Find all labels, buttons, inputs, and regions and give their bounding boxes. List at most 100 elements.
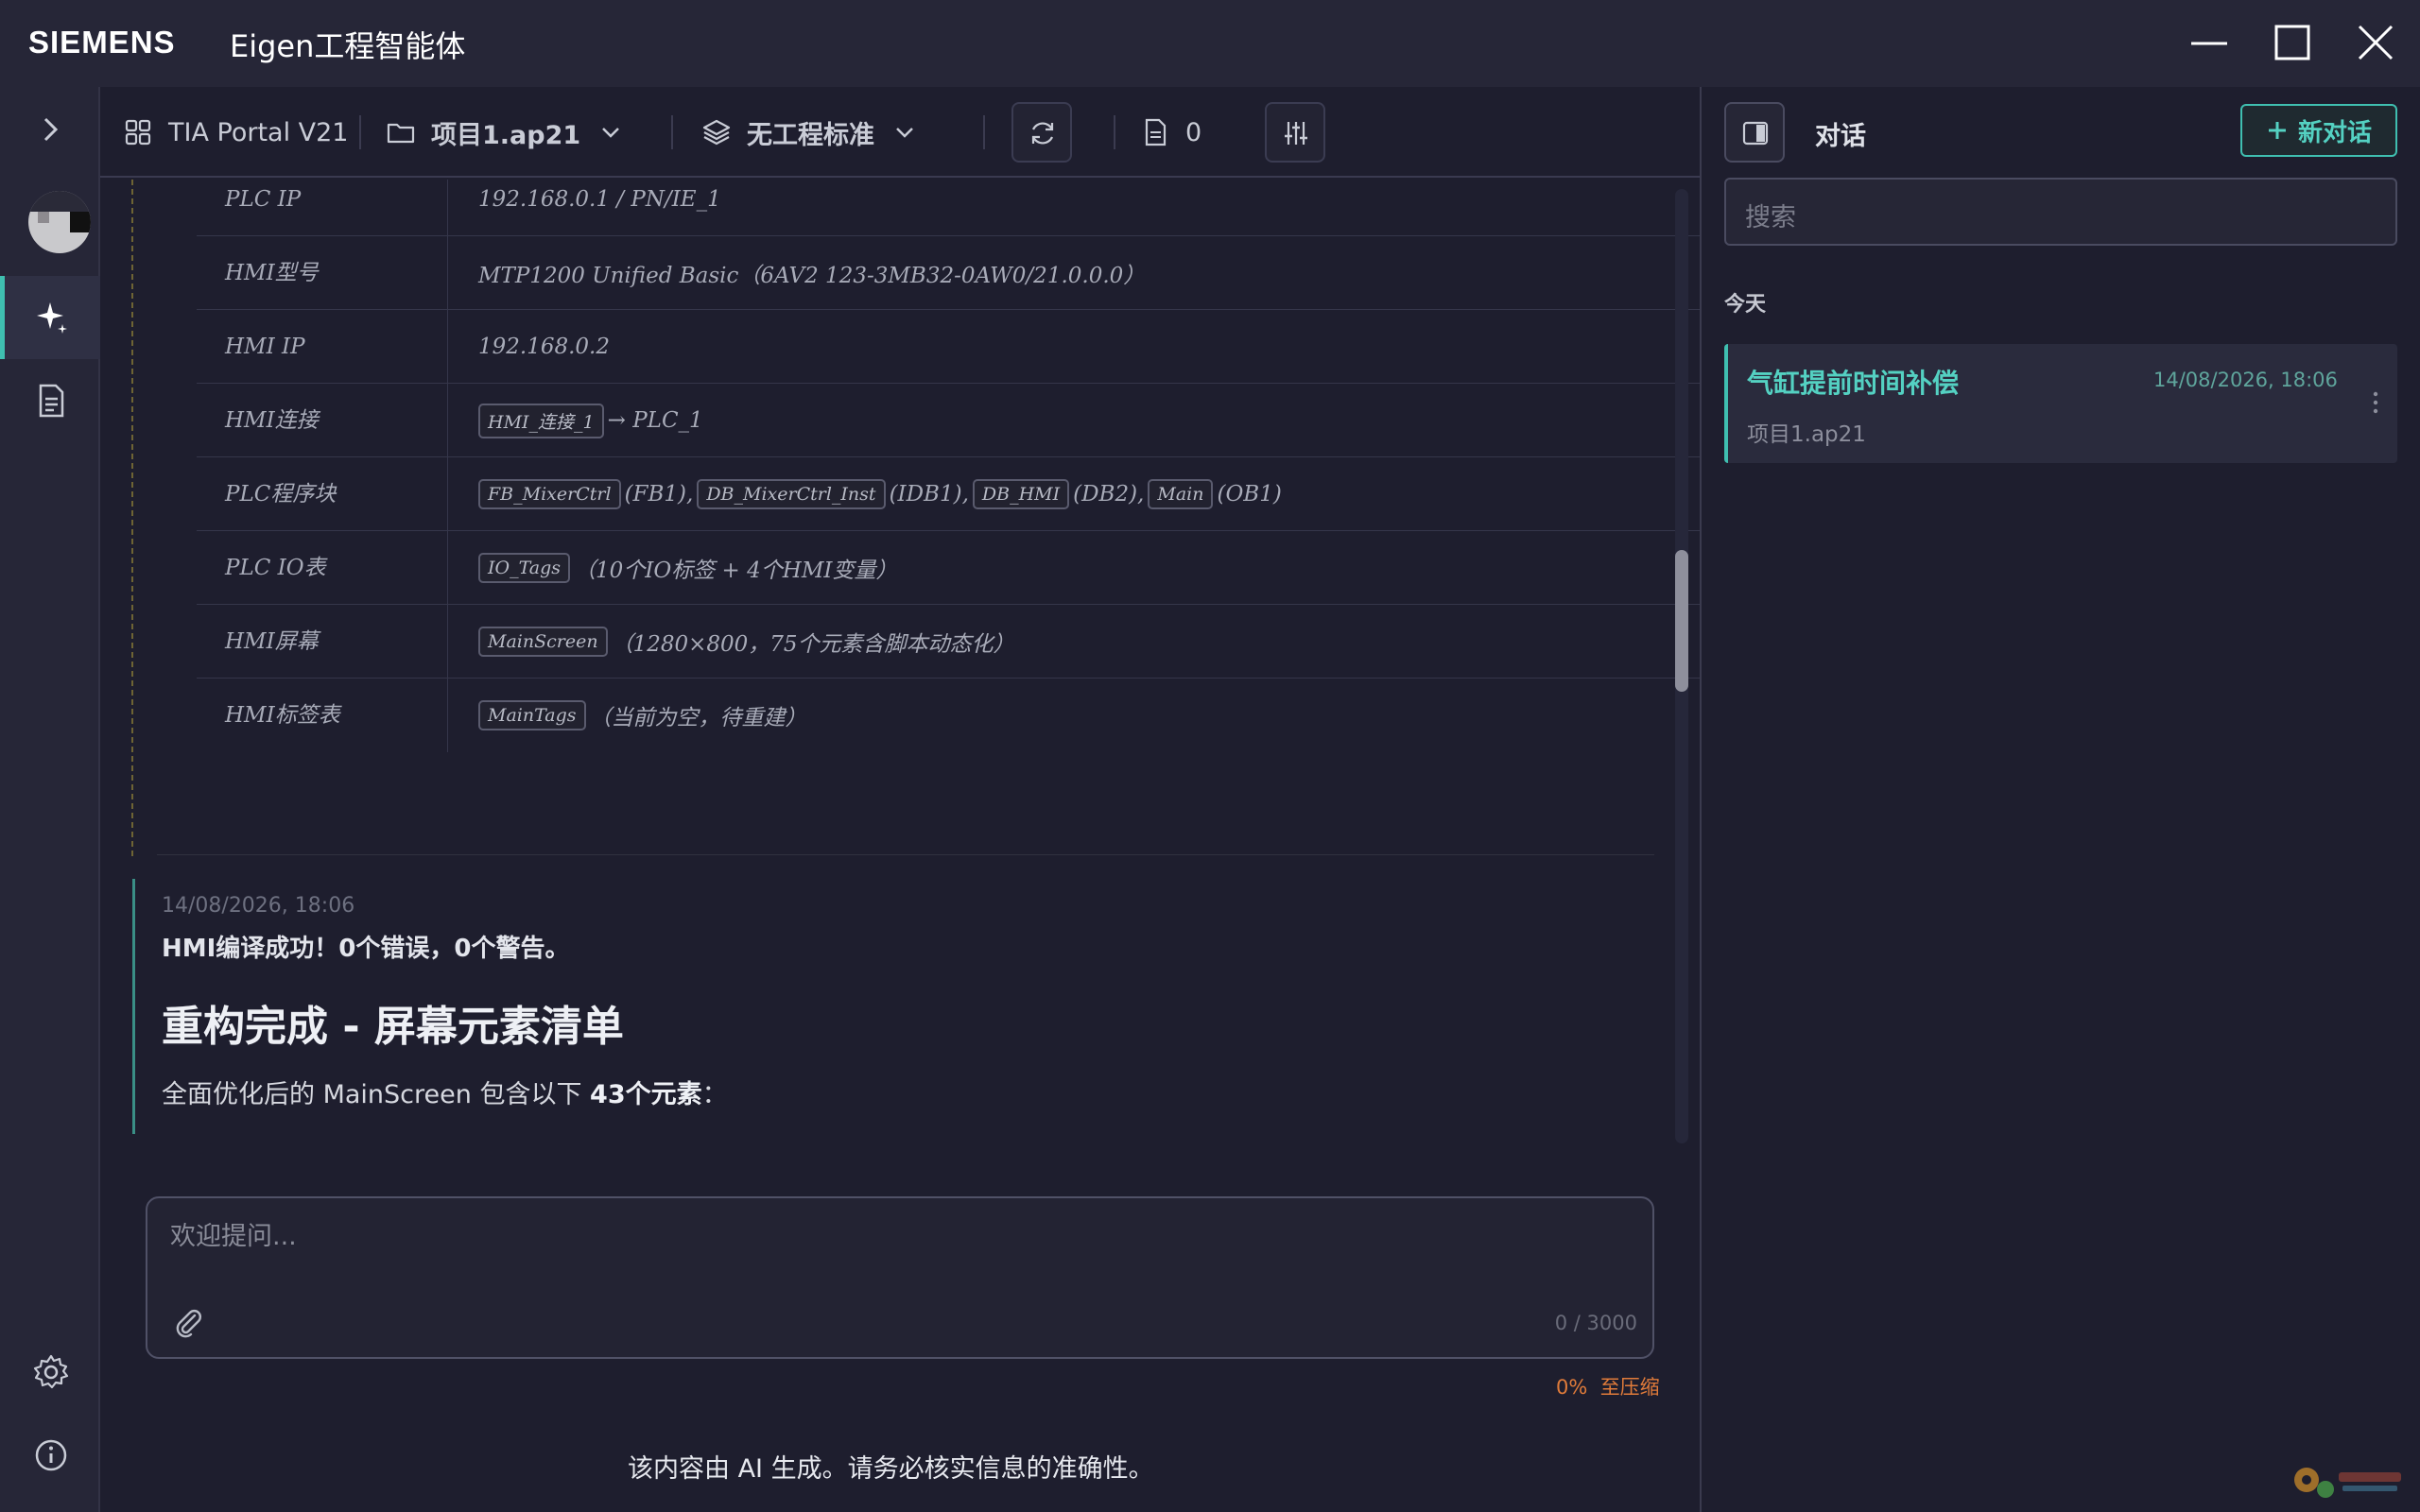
new-chat-label: 新对话 (2297, 118, 2372, 147)
row-value: 192.168.0.1 / PN/IE_1 (478, 187, 721, 212)
maximize-button[interactable] (2269, 19, 2316, 66)
code-tag: IO_Tags (478, 553, 571, 583)
standard-dropdown[interactable]: 无工程标准 (701, 87, 920, 178)
table-row: PLC IP 192.168.0.1 / PN/IE_1 (197, 180, 1700, 236)
conversation-date: 14/08/2026, 18:06 (2153, 369, 2338, 391)
chevron-down-icon (602, 128, 620, 138)
message-heading: 重构完成 - 屏幕元素清单 (162, 1003, 624, 1051)
chat-input[interactable]: 欢迎提问... 0 / 3000 (146, 1196, 1654, 1359)
table-row: HMI连接 HMI_连接_1 → PLC_1 (197, 384, 1700, 457)
compress-label: 至压缩 (1599, 1376, 1660, 1399)
chevron-right-icon (43, 117, 59, 142)
code-tag: HMI_连接_1 (478, 403, 604, 438)
row-key: PLC IP (197, 180, 448, 236)
settings-button[interactable] (0, 1331, 100, 1414)
chat-scrollbar-thumb[interactable] (1675, 550, 1688, 692)
sliders-icon (1285, 122, 1307, 145)
grid-apps-icon (125, 119, 151, 146)
row-value: （1280×800，75个元素含脚本动态化） (611, 632, 1015, 657)
conversation-title: 气缸提前时间补偿 (1747, 368, 1960, 399)
message-timestamp: 14/08/2026, 18:06 (162, 894, 355, 918)
row-key: HMI型号 (197, 236, 448, 310)
new-chat-button[interactable]: 新对话 (2240, 104, 2397, 157)
document-icon (39, 384, 64, 418)
minimize-icon (2191, 42, 2227, 45)
title-bar: SIEMENS Eigen工程智能体 (0, 0, 2420, 87)
para-suffix: ： (701, 1080, 728, 1109)
toggle-panel-button[interactable] (1724, 102, 1785, 163)
refresh-button[interactable] (1011, 102, 1072, 163)
para-text: 全面优化后的 MainScreen 包含以下 (162, 1080, 591, 1109)
conversation-panel: 对话 新对话 搜索 今天 气缸提前时间补偿 14/08/2026, 18:06 … (1700, 87, 2420, 1512)
code-tag: DB_MixerCtrl_Inst (697, 479, 886, 509)
avatar[interactable] (28, 191, 91, 253)
folder-icon (387, 123, 415, 144)
message-paragraph: 全面优化后的 MainScreen 包含以下 43个元素： (162, 1074, 1654, 1110)
message-thread-line (131, 180, 133, 856)
sidebar-item-ai-chat[interactable] (0, 276, 100, 359)
attach-button[interactable] (172, 1306, 204, 1338)
row-key: HMI IP (197, 310, 448, 384)
row-key: HMI连接 (197, 384, 448, 457)
row-value: (OB1) (1217, 482, 1282, 507)
close-icon (2358, 25, 2394, 60)
code-tag: FB_MixerCtrl (478, 479, 621, 509)
ai-disclaimer: 该内容由 AI 生成。请务必核实信息的准确性。 (628, 1454, 1154, 1484)
more-vertical-icon (2373, 391, 2378, 414)
portal-selector[interactable]: TIA Portal V21 (123, 87, 349, 178)
watermark-logo (2286, 1452, 2409, 1504)
code-tag: Main (1148, 479, 1214, 509)
minimize-button[interactable] (2186, 19, 2233, 66)
assistant-message: 14/08/2026, 18:06 HMI编译成功！0个错误，0个警告。 重构完… (132, 879, 1654, 1134)
row-value: （当前为空，待重建） (589, 706, 807, 730)
search-input[interactable]: 搜索 (1724, 178, 2397, 246)
conversation-item[interactable]: 气缸提前时间补偿 14/08/2026, 18:06 项目1.ap21 (1724, 344, 2397, 463)
standard-label: 无工程标准 (747, 120, 874, 150)
group-today-label: 今天 (1724, 293, 1767, 317)
plus-icon (2268, 122, 2286, 139)
chevron-down-icon (896, 128, 913, 138)
table-row: HMI IP 192.168.0.2 (197, 310, 1700, 384)
gear-icon (33, 1354, 69, 1389)
layers-icon (702, 119, 731, 146)
app-title: Eigen工程智能体 (230, 28, 466, 64)
input-placeholder: 欢迎提问... (170, 1222, 297, 1251)
chat-area: PLC IP 192.168.0.1 / PN/IE_1 HMI型号 MTP12… (100, 180, 1700, 1143)
compress-percent: 0% (1556, 1376, 1588, 1399)
brand-logo: SIEMENS (28, 25, 176, 60)
code-tag: MainScreen (478, 627, 608, 657)
left-rail (0, 87, 100, 1512)
more-options-button[interactable] (2371, 386, 2380, 420)
settings-sliders-button[interactable] (1265, 102, 1325, 163)
expand-sidebar-button[interactable] (26, 106, 74, 153)
table-row: HMI型号 MTP1200 Unified Basic（6AV2 123-3MB… (197, 236, 1700, 310)
project-dropdown[interactable]: 项目1.ap21 (386, 87, 626, 178)
table-row: HMI屏幕 MainScreen （1280×800，75个元素含脚本动态化） (197, 605, 1700, 679)
table-row: HMI标签表 MainTags （当前为空，待重建） (197, 679, 1700, 752)
file-icon (1145, 118, 1167, 146)
para-bold: 43个元素 (590, 1080, 702, 1109)
table-row: PLC程序块 FB_MixerCtrl (FB1), DB_MixerCtrl_… (197, 457, 1700, 531)
portal-label: TIA Portal V21 (168, 117, 349, 147)
top-toolbar: TIA Portal V21 项目1.ap21 无工程标准 0 (100, 87, 1700, 178)
row-value: → PLC_1 (607, 408, 703, 433)
compress-status[interactable]: 0% 至压缩 (1556, 1372, 1660, 1400)
info-button[interactable] (0, 1414, 100, 1497)
compile-status: HMI编译成功！0个错误，0个警告。 (162, 935, 570, 963)
table-row: PLC IO表 IO_Tags （10个IO标签 + 4个HMI变量） (197, 531, 1700, 605)
paperclip-icon (176, 1310, 201, 1338)
search-placeholder: 搜索 (1745, 203, 1796, 232)
char-counter: 0 / 3000 (1554, 1312, 1637, 1334)
panel-title: 对话 (1815, 122, 1866, 151)
file-count: 0 (1185, 117, 1202, 147)
close-button[interactable] (2352, 19, 2399, 66)
sparkle-icon (37, 302, 67, 334)
divider (157, 854, 1654, 855)
row-key: PLC IO表 (197, 531, 448, 605)
conversation-project: 项目1.ap21 (1747, 422, 1866, 447)
sidebar-item-documents[interactable] (0, 359, 100, 442)
code-tag: MainTags (478, 700, 586, 730)
row-value: 192.168.0.2 (478, 335, 610, 359)
code-tag: DB_HMI (972, 479, 1070, 509)
file-counter[interactable]: 0 (1140, 87, 1201, 178)
